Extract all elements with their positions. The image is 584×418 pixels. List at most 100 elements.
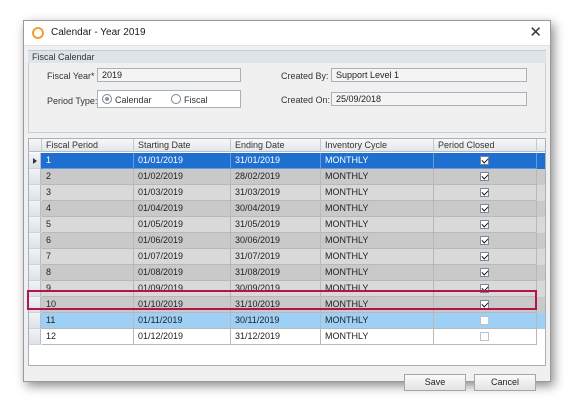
cell-starting-date[interactable]: 01/02/2019 [134, 169, 231, 185]
cell-period-closed [434, 297, 537, 313]
cell-inventory-cycle[interactable]: MONTHLY [321, 249, 434, 265]
cell-starting-date[interactable]: 01/11/2019 [134, 313, 231, 329]
table-row[interactable]: 1 01/01/2019 31/01/2019 MONTHLY [29, 153, 545, 169]
cell-fiscal-period[interactable]: 1 [42, 153, 134, 169]
close-icon[interactable]: ✕ [529, 24, 542, 42]
cell-fiscal-period[interactable]: 10 [42, 297, 134, 313]
cell-ending-date[interactable]: 31/12/2019 [231, 329, 321, 345]
cell-starting-date[interactable]: 01/04/2019 [134, 201, 231, 217]
cell-ending-date[interactable]: 30/11/2019 [231, 313, 321, 329]
cell-fiscal-period[interactable]: 6 [42, 233, 134, 249]
cell-period-closed [434, 217, 537, 233]
period-closed-checkbox[interactable] [480, 316, 489, 325]
cell-starting-date[interactable]: 01/12/2019 [134, 329, 231, 345]
cell-ending-date[interactable]: 31/01/2019 [231, 153, 321, 169]
table-row[interactable]: 12 01/12/2019 31/12/2019 MONTHLY [29, 329, 545, 345]
cell-inventory-cycle[interactable]: MONTHLY [321, 265, 434, 281]
period-closed-checkbox[interactable] [480, 236, 489, 245]
cell-inventory-cycle[interactable]: MONTHLY [321, 313, 434, 329]
cell-fiscal-period[interactable]: 2 [42, 169, 134, 185]
cell-inventory-cycle[interactable]: MONTHLY [321, 329, 434, 345]
header-starting-date[interactable]: Starting Date [134, 139, 231, 152]
row-header[interactable] [29, 233, 41, 249]
cell-inventory-cycle[interactable]: MONTHLY [321, 153, 434, 169]
cell-fiscal-period[interactable]: 5 [42, 217, 134, 233]
cell-inventory-cycle[interactable]: MONTHLY [321, 281, 434, 297]
cell-fiscal-period[interactable]: 3 [42, 185, 134, 201]
cell-starting-date[interactable]: 01/03/2019 [134, 185, 231, 201]
cell-inventory-cycle[interactable]: MONTHLY [321, 185, 434, 201]
cell-ending-date[interactable]: 31/05/2019 [231, 217, 321, 233]
table-row[interactable]: 2 01/02/2019 28/02/2019 MONTHLY [29, 169, 545, 185]
cell-fiscal-period[interactable]: 11 [42, 313, 134, 329]
cell-ending-date[interactable]: 30/06/2019 [231, 233, 321, 249]
row-header[interactable] [29, 249, 41, 265]
row-header[interactable] [29, 265, 41, 281]
fiscal-periods-grid: Fiscal Period Starting Date Ending Date … [28, 138, 546, 366]
table-row[interactable]: 11 01/11/2019 30/11/2019 MONTHLY [29, 313, 545, 329]
header-inventory-cycle[interactable]: Inventory Cycle [321, 139, 434, 152]
cell-inventory-cycle[interactable]: MONTHLY [321, 233, 434, 249]
fiscal-year-field[interactable]: 2019 [97, 68, 241, 82]
period-closed-checkbox[interactable] [480, 332, 489, 341]
cell-ending-date[interactable]: 31/10/2019 [231, 297, 321, 313]
row-header[interactable] [29, 217, 41, 233]
period-closed-checkbox[interactable] [480, 284, 489, 293]
cell-starting-date[interactable]: 01/08/2019 [134, 265, 231, 281]
cell-ending-date[interactable]: 30/09/2019 [231, 281, 321, 297]
radio-calendar[interactable] [102, 94, 112, 104]
cell-fiscal-period[interactable]: 12 [42, 329, 134, 345]
table-row[interactable]: 3 01/03/2019 31/03/2019 MONTHLY [29, 185, 545, 201]
row-header[interactable] [29, 169, 41, 185]
period-closed-checkbox[interactable] [480, 268, 489, 277]
cell-starting-date[interactable]: 01/05/2019 [134, 217, 231, 233]
row-header[interactable] [29, 297, 41, 313]
period-closed-checkbox[interactable] [480, 204, 489, 213]
cell-starting-date[interactable]: 01/09/2019 [134, 281, 231, 297]
period-closed-checkbox[interactable] [480, 252, 489, 261]
cell-fiscal-period[interactable]: 9 [42, 281, 134, 297]
header-period-closed[interactable]: Period Closed [434, 139, 537, 152]
period-closed-checkbox[interactable] [480, 188, 489, 197]
cell-ending-date[interactable]: 31/07/2019 [231, 249, 321, 265]
table-row[interactable]: 10 01/10/2019 31/10/2019 MONTHLY [29, 297, 545, 313]
cell-fiscal-period[interactable]: 8 [42, 265, 134, 281]
radio-fiscal[interactable] [171, 94, 181, 104]
row-header[interactable] [29, 201, 41, 217]
table-row[interactable]: 4 01/04/2019 30/04/2019 MONTHLY [29, 201, 545, 217]
cell-inventory-cycle[interactable]: MONTHLY [321, 201, 434, 217]
cell-inventory-cycle[interactable]: MONTHLY [321, 217, 434, 233]
header-fiscal-period[interactable]: Fiscal Period [42, 139, 134, 152]
table-row[interactable]: 8 01/08/2019 31/08/2019 MONTHLY [29, 265, 545, 281]
table-row[interactable]: 9 01/09/2019 30/09/2019 MONTHLY [29, 281, 545, 297]
table-row[interactable]: 7 01/07/2019 31/07/2019 MONTHLY [29, 249, 545, 265]
period-closed-checkbox[interactable] [480, 300, 489, 309]
cell-fiscal-period[interactable]: 7 [42, 249, 134, 265]
row-header[interactable] [29, 185, 41, 201]
period-closed-checkbox[interactable] [480, 156, 489, 165]
cell-starting-date[interactable]: 01/06/2019 [134, 233, 231, 249]
cell-starting-date[interactable]: 01/10/2019 [134, 297, 231, 313]
cell-period-closed [434, 249, 537, 265]
row-header[interactable] [29, 329, 41, 345]
cell-starting-date[interactable]: 01/07/2019 [134, 249, 231, 265]
cell-inventory-cycle[interactable]: MONTHLY [321, 169, 434, 185]
cell-starting-date[interactable]: 01/01/2019 [134, 153, 231, 169]
cell-fiscal-period[interactable]: 4 [42, 201, 134, 217]
period-closed-checkbox[interactable] [480, 220, 489, 229]
table-row[interactable]: 5 01/05/2019 31/05/2019 MONTHLY [29, 217, 545, 233]
cell-inventory-cycle[interactable]: MONTHLY [321, 297, 434, 313]
cell-period-closed [434, 153, 537, 169]
table-row[interactable]: 6 01/06/2019 30/06/2019 MONTHLY [29, 233, 545, 249]
row-pointer-icon[interactable] [29, 153, 41, 169]
save-button[interactable]: Save [404, 374, 466, 391]
cell-ending-date[interactable]: 28/02/2019 [231, 169, 321, 185]
header-ending-date[interactable]: Ending Date [231, 139, 321, 152]
cell-ending-date[interactable]: 31/08/2019 [231, 265, 321, 281]
row-header[interactable] [29, 313, 41, 329]
period-closed-checkbox[interactable] [480, 172, 489, 181]
cell-ending-date[interactable]: 30/04/2019 [231, 201, 321, 217]
row-header[interactable] [29, 281, 41, 297]
cell-ending-date[interactable]: 31/03/2019 [231, 185, 321, 201]
cancel-button[interactable]: Cancel [474, 374, 536, 391]
